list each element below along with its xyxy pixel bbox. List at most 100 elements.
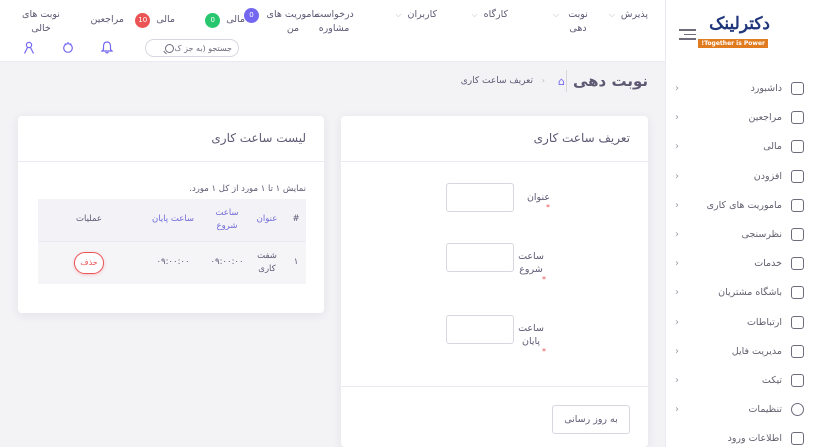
title-label-text: عنوان <box>526 192 550 203</box>
sidebar-item-label: افزودن <box>753 170 782 182</box>
sidebar-item-add[interactable]: افزودن ‹ <box>665 162 820 191</box>
sidebar-item-finance[interactable]: مالی ‹ <box>665 132 820 161</box>
topnav-label: مراجعین <box>90 14 124 25</box>
start-time-input[interactable] <box>446 243 514 272</box>
topnav-finance[interactable]: مالی 0 <box>205 13 245 28</box>
topnav-users[interactable]: کاربران ⌵ <box>395 8 437 22</box>
topnav-workshop[interactable]: کارگاه ⌵ <box>472 8 508 22</box>
sidebar-item-dashboard[interactable]: داشبورد ‹ <box>665 74 820 103</box>
home-icon[interactable]: ⌂ <box>558 75 565 88</box>
topnav-my-missions[interactable]: ماموریت های من 0 <box>244 8 321 36</box>
column-header[interactable]: ساعت شروع <box>206 199 248 241</box>
sidebar-item-work-missions[interactable]: ماموریت های کاری ‹ <box>665 191 820 220</box>
chevron-down-icon: ⌵ <box>395 10 402 19</box>
column-header[interactable]: عنوان <box>248 199 286 241</box>
end-label-text: ساعت پایان <box>518 323 544 347</box>
sidebar-item-label: خدمات <box>754 258 782 270</box>
breadcrumb-current: تعریف ساعت کاری <box>460 76 533 86</box>
sidebar-item-ticket[interactable]: تیکت ‹ <box>665 366 820 395</box>
title-label: عنوان * <box>527 191 550 212</box>
update-button[interactable]: به روز رسانی <box>552 405 630 434</box>
define-hours-card: تعریف ساعت کاری عنوان * ساعت شروع * ساعت… <box>341 116 648 447</box>
row-start: ۰۹:۰۰:۰۰ <box>206 240 248 284</box>
sidebar-item-label: مدیریت فایل <box>731 345 782 357</box>
column-header: عملیات <box>38 199 140 241</box>
start-label: ساعت شروع * <box>516 250 546 284</box>
menu-toggle-icon[interactable] <box>679 29 696 41</box>
card-divider <box>341 161 648 162</box>
start-label-text: ساعت شروع <box>518 251 544 275</box>
topnav-label: نوبت دهی <box>568 9 588 34</box>
sidebar-item-label: نظرسنجی <box>741 229 782 241</box>
top-navbar: پذیرش ⌵ نوبت دهی ⌵ کارگاه ⌵ کاربران ⌵ در… <box>0 0 665 62</box>
column-header: # <box>286 199 306 241</box>
row-actions: حذف <box>38 240 140 284</box>
topnav-label: نوبت های خالی <box>22 9 60 34</box>
title-input[interactable] <box>446 183 514 212</box>
sidebar-item-file-manager[interactable]: مدیریت فایل ‹ <box>665 337 820 366</box>
finance-icon <box>791 140 804 154</box>
topnav-label: ماموریت های من <box>266 9 320 34</box>
sidebar-item-settings[interactable]: تنظیمات ‹ <box>665 395 820 424</box>
chevron-left-icon: ‹ <box>675 345 679 357</box>
chevron-left-icon: ‹ <box>675 258 679 270</box>
search-icon <box>165 43 175 53</box>
badge-check-icon <box>791 373 804 387</box>
breadcrumb-divider <box>566 70 567 92</box>
topnav-finance-count[interactable]: مالی 10 <box>135 13 175 28</box>
hours-list-card: لیست ساعت کاری نمایش ۱ تا ۱ مورد از کل ۱… <box>18 116 324 313</box>
topnav-reception[interactable]: پذیرش ⌵ <box>609 8 648 22</box>
layers-icon <box>791 198 804 212</box>
sidebar-item-label: مراجعین <box>748 112 782 124</box>
chevron-left-icon: ‹ <box>675 374 679 386</box>
end-time-input[interactable] <box>446 315 514 344</box>
row-index: ۱ <box>286 240 306 284</box>
search-placeholder: جستجو (به جز ک <box>174 43 232 53</box>
topnav-label: کارگاه <box>483 9 508 20</box>
page-title: نوبت دهی <box>572 72 648 90</box>
dashboard-icon <box>791 82 804 96</box>
bell-icon[interactable] <box>101 41 113 54</box>
topnav-label: مالی <box>156 14 175 25</box>
end-label: ساعت پایان * <box>516 322 546 356</box>
sidebar-item-services[interactable]: خدمات ‹ <box>665 249 820 278</box>
sidebar-item-clients[interactable]: مراجعین ‹ <box>665 103 820 132</box>
sidebar-item-login-info[interactable]: اطلاعات ورود <box>665 424 820 447</box>
chevron-left-icon: ‹ <box>675 287 679 299</box>
delete-button[interactable]: حذف <box>74 251 104 274</box>
required-mark: * <box>542 275 546 284</box>
layers-icon <box>791 228 804 242</box>
search-box[interactable]: جستجو (به جز ک <box>145 39 239 57</box>
sidebar-item-communications[interactable]: ارتباطات ‹ <box>665 308 820 337</box>
user-icon[interactable] <box>23 41 35 54</box>
gear-icon <box>791 403 804 417</box>
chevron-left-icon: ‹ <box>675 199 679 211</box>
sidebar-nav: داشبورد ‹ مراجعین ‹ مالی ‹ افزودن ‹ مامو… <box>665 74 820 447</box>
sidebar-item-survey[interactable]: نظرسنجی ‹ <box>665 220 820 249</box>
row-end: ۰۹:۰۰:۰۰ <box>140 240 206 284</box>
required-mark: * <box>542 347 546 356</box>
table-header-row: # عنوان ساعت شروع ساعت پایان عملیات <box>38 199 306 241</box>
sidebar-item-label: مالی <box>763 141 782 153</box>
sidebar-item-customer-club[interactable]: باشگاه مشتریان ‹ <box>665 278 820 307</box>
chevron-left-icon: ‹ <box>675 112 679 124</box>
define-hours-title: تعریف ساعت کاری <box>533 131 630 145</box>
my-missions-badge: 0 <box>244 8 259 23</box>
login-icon <box>791 432 804 446</box>
topnav-clients[interactable]: مراجعین <box>90 13 124 27</box>
sidebar-item-label: ماموریت های کاری <box>706 199 782 211</box>
file-icon <box>791 344 804 358</box>
chevron-left-icon: ‹ <box>675 316 679 328</box>
brand-logo[interactable]: دکترلینک Together is Power! <box>695 14 770 50</box>
topnav-appointment[interactable]: نوبت دهی ⌵ <box>553 8 591 36</box>
topnav-free-slots[interactable]: نوبت های خالی <box>18 8 64 36</box>
chevron-left-icon: ‹ <box>675 170 679 182</box>
column-header[interactable]: ساعت پایان <box>140 199 206 241</box>
sidebar: دکترلینک Together is Power! داشبورد ‹ مر… <box>665 0 820 447</box>
chevron-down-icon: ⌵ <box>552 10 559 19</box>
card-divider <box>18 161 324 162</box>
gear-alert-icon[interactable] <box>62 41 74 54</box>
layers-icon <box>791 257 804 271</box>
network-icon <box>791 286 804 300</box>
sidebar-item-label: اطلاعات ورود <box>727 433 782 445</box>
